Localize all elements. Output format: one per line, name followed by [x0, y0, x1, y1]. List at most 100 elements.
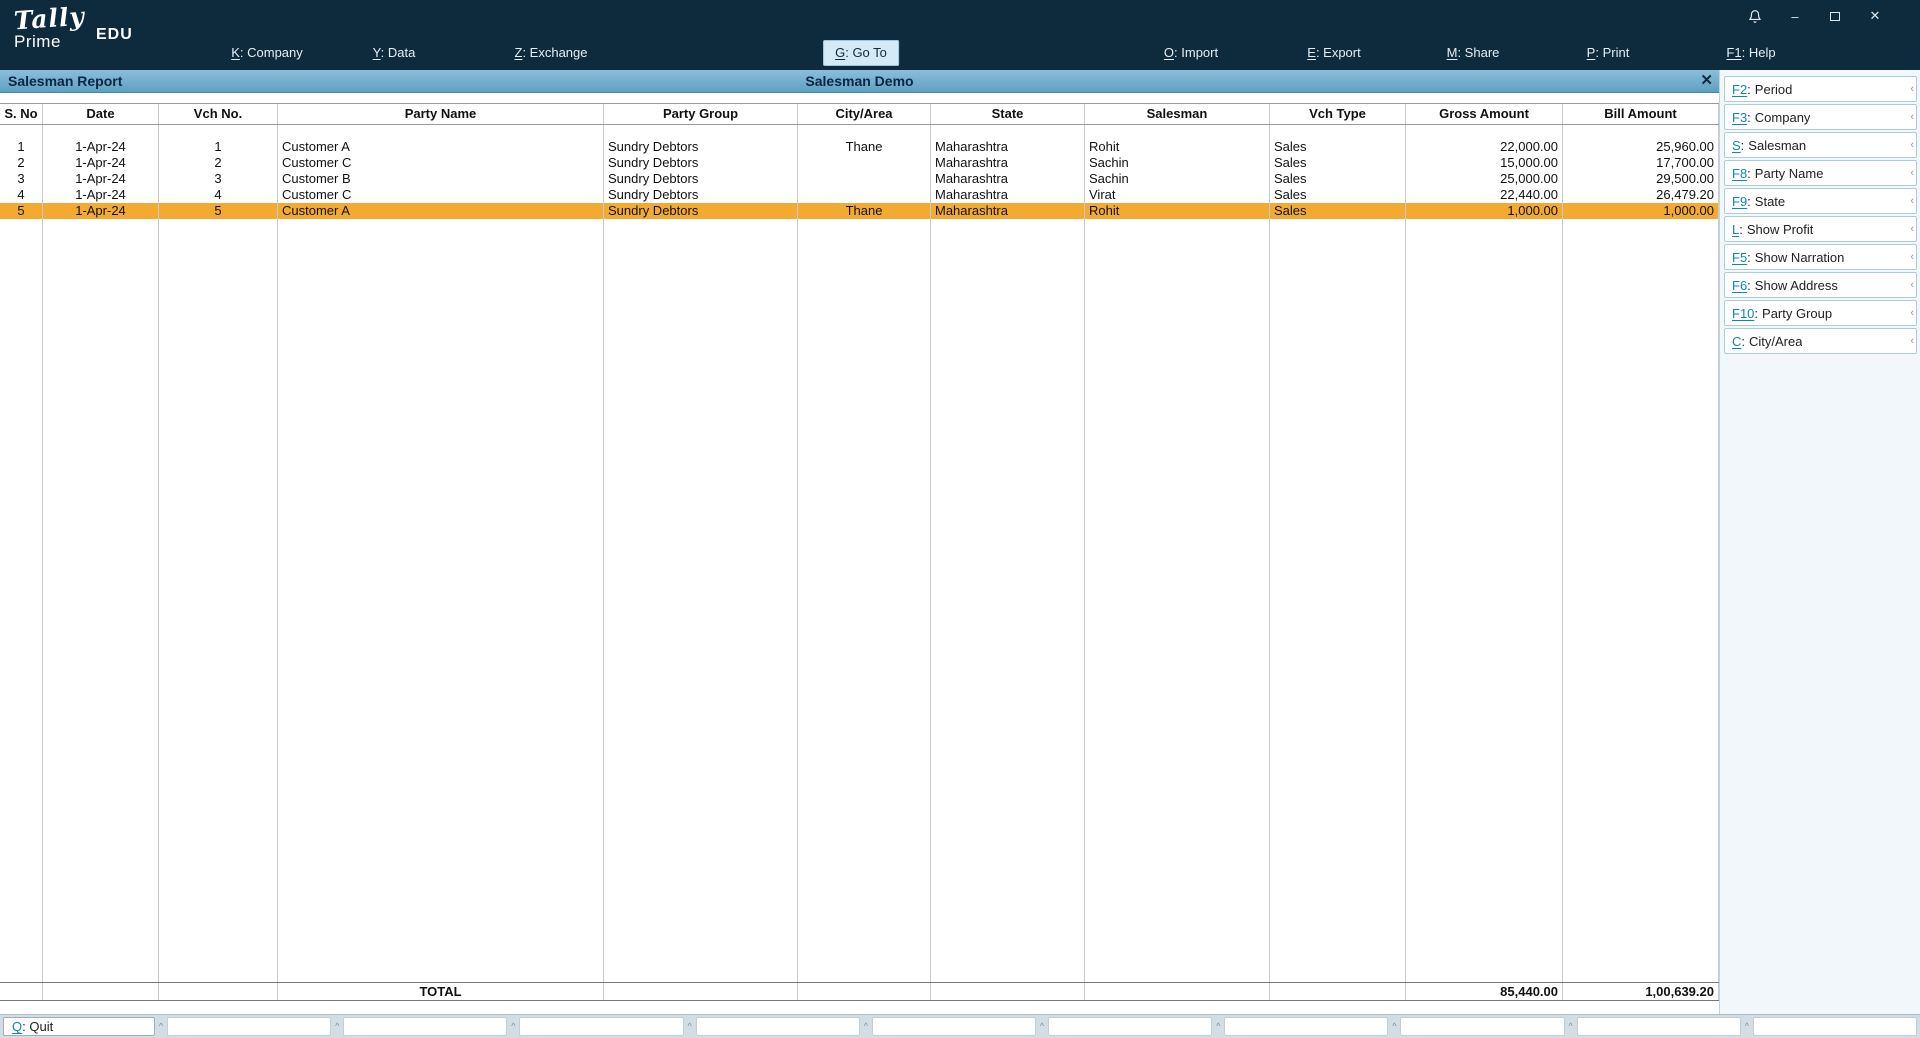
total-cell: TOTAL: [278, 983, 604, 1000]
table-row[interactable]: 1 1-Apr-24 1 Customer A Sundry Debtors Thane M…: [0, 139, 1719, 155]
sidebar-button-city-area[interactable]: C: City/Area ‹: [1724, 328, 1917, 354]
table-cell: Customer B: [278, 171, 604, 187]
table-row[interactable]: 3 1-Apr-24 3 Customer B Sundry Debtors Mahara…: [0, 171, 1719, 187]
chevron-left-icon: ‹: [1910, 111, 1914, 123]
table-cell: Customer A: [278, 203, 604, 219]
column-header: Gross Amount: [1406, 104, 1563, 124]
menu-print[interactable]: P: Print: [1575, 40, 1642, 66]
topbar: Tally Prime EDU K: Company Y: Data Z: Exch…: [0, 0, 1920, 70]
table-cell: 4: [0, 187, 43, 203]
table-cell: Maharashtra: [931, 187, 1085, 203]
chevron-left-icon: ‹: [1910, 251, 1914, 263]
total-cell: [798, 983, 931, 1000]
table-cell: 1-Apr-24: [43, 139, 159, 155]
total-cell: 1,00,639.20: [1563, 983, 1719, 1000]
empty-button-slot: [1752, 1017, 1918, 1036]
menu-data[interactable]: Y: Data: [361, 40, 428, 66]
sidebar-button-state[interactable]: F9: State ‹: [1724, 188, 1917, 214]
table-cell: [798, 187, 931, 203]
table-cell: Sundry Debtors: [604, 139, 798, 155]
table-row[interactable]: 2 1-Apr-24 2 Customer C Sundry Debtors Mahara…: [0, 155, 1719, 171]
table-cell: [1085, 125, 1270, 139]
sidebar-button-show-address[interactable]: F6: Show Address ‹: [1724, 272, 1917, 298]
empty-button-slot: [871, 1017, 1037, 1036]
minimize-button[interactable]: –: [1782, 6, 1808, 26]
table-cell: 29,500.00: [1563, 171, 1719, 187]
table-row-selected[interactable]: 5 1-Apr-24 5 Customer A Sundry Debtors Thane M…: [0, 203, 1719, 219]
table-cell: [159, 219, 278, 982]
table-cell: [1563, 219, 1719, 982]
column-header: City/Area: [798, 104, 931, 124]
table-cell: Rohit: [1085, 139, 1270, 155]
table-cell: Maharashtra: [931, 155, 1085, 171]
table-cell: Sundry Debtors: [604, 203, 798, 219]
sidebar-button-period[interactable]: F2: Period ‹: [1724, 76, 1917, 102]
empty-button-slot: [1576, 1017, 1741, 1036]
chevron-up-icon: ^: [687, 1021, 692, 1031]
company-name: Salesman Demo: [805, 73, 914, 89]
menu-company[interactable]: K: Company: [219, 40, 315, 66]
table-cell: [931, 219, 1085, 982]
salesman-report-table: S. No Date Vch No. Party Name Party Group Cit…: [0, 93, 1719, 1014]
menu-go-to[interactable]: G: Go To: [823, 40, 899, 66]
maximize-button[interactable]: [1822, 6, 1848, 26]
chevron-left-icon: ‹: [1910, 139, 1914, 151]
table-cell: 15,000.00: [1406, 155, 1563, 171]
table-cell: Customer C: [278, 187, 604, 203]
column-header: Party Group: [604, 104, 798, 124]
total-cell: [1270, 983, 1406, 1000]
table-cell: [278, 125, 604, 139]
chevron-left-icon: ‹: [1910, 307, 1914, 319]
sidebar-button-salesman[interactable]: S: Salesman ‹: [1724, 132, 1917, 158]
menu-export[interactable]: E: Export: [1295, 40, 1372, 66]
table-cell: 1-Apr-24: [43, 171, 159, 187]
table-cell: Sales: [1270, 171, 1406, 187]
chevron-up-icon: ^: [158, 1021, 164, 1031]
sidebar-button-company[interactable]: F3: Company ‹: [1724, 104, 1917, 130]
table-cell: [798, 219, 931, 982]
sidebar-button-party-group[interactable]: F10: Party Group ‹: [1724, 300, 1917, 326]
table-cell: Sundry Debtors: [604, 171, 798, 187]
spacer-row: [0, 125, 1719, 139]
quit-button[interactable]: Q: Quit: [3, 1017, 155, 1036]
bell-icon[interactable]: [1742, 6, 1768, 26]
table-cell: [1406, 125, 1563, 139]
table-cell: 22,000.00: [1406, 139, 1563, 155]
chevron-up-icon: ^: [335, 1021, 340, 1031]
sidebar-button-party-name[interactable]: F8: Party Name ‹: [1724, 160, 1917, 186]
table-cell: 25,960.00: [1563, 139, 1719, 155]
sidebar-button-show-narration[interactable]: F5: Show Narration ‹: [1724, 244, 1917, 270]
table-cell: 1,000.00: [1563, 203, 1719, 219]
table-cell: [0, 125, 43, 139]
table-cell: [278, 219, 604, 982]
empty-button-slot: [343, 1017, 508, 1036]
table-cell: [1270, 125, 1406, 139]
table-cell: 3: [0, 171, 43, 187]
menu-exchange[interactable]: Z: Exchange: [503, 40, 600, 66]
table-row[interactable]: 4 1-Apr-24 4 Customer C Sundry Debtors Mahara…: [0, 187, 1719, 203]
menu-help[interactable]: F1: Help: [1714, 40, 1787, 66]
tallyprime-window: Tally Prime EDU K: Company Y: Data Z: Exch…: [0, 0, 1920, 1038]
table-cell: 1,000.00: [1406, 203, 1563, 219]
table-cell: [0, 219, 43, 982]
menu-share[interactable]: M: Share: [1435, 40, 1512, 66]
table-cell: Sachin: [1085, 155, 1270, 171]
menu-import[interactable]: O: Import: [1152, 40, 1230, 66]
total-cell: [931, 983, 1085, 1000]
sidebar-button-show-profit[interactable]: L: Show Profit ‹: [1724, 216, 1917, 242]
chevron-up-icon: ^: [1216, 1021, 1221, 1031]
close-report-icon[interactable]: ✕: [1700, 70, 1713, 92]
table-cell: [604, 219, 798, 982]
table-cell: 1-Apr-24: [43, 203, 159, 219]
menubar: K: Company Y: Data Z: Exchange G: Go To O: I…: [0, 40, 1920, 66]
table-cell: [43, 125, 159, 139]
table-cell: 5: [0, 203, 43, 219]
column-header: Vch Type: [1270, 104, 1406, 124]
table-cell: [1563, 125, 1719, 139]
table-cell: Maharashtra: [931, 139, 1085, 155]
main-area: Salesman Report Salesman Demo ✕ S. No Dat…: [0, 70, 1920, 1014]
close-window-button[interactable]: ✕: [1862, 6, 1888, 26]
right-button-bar: F2: Period ‹ F3: Company ‹ S: Salesman ‹ F8: Party…: [1719, 70, 1920, 1014]
table-cell: Sales: [1270, 155, 1406, 171]
total-cell: [0, 983, 43, 1000]
